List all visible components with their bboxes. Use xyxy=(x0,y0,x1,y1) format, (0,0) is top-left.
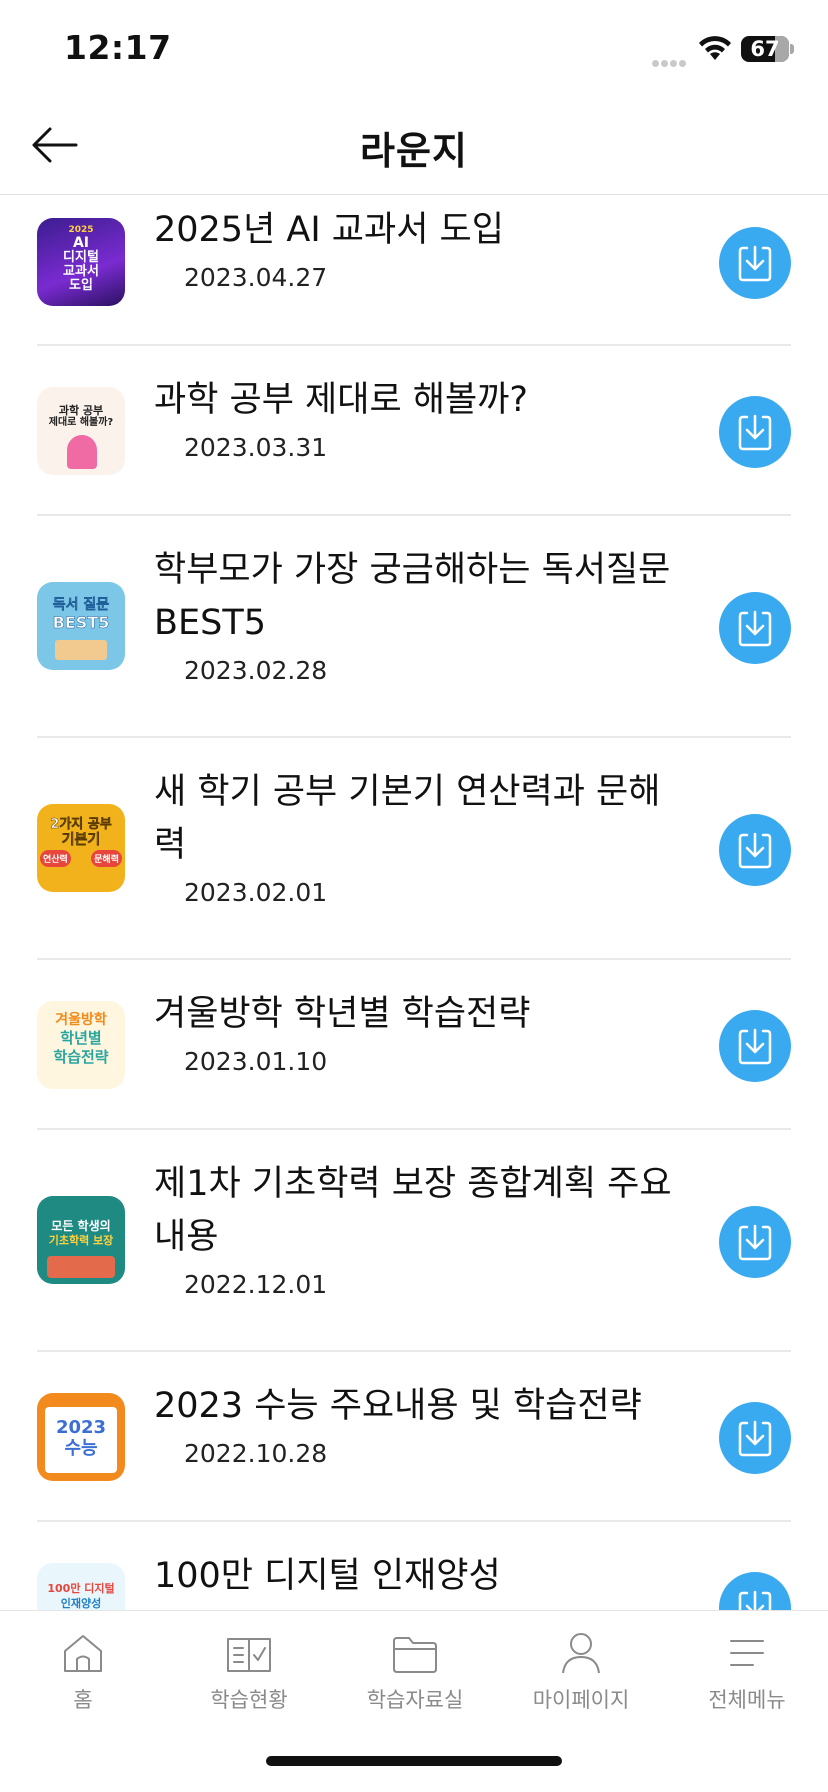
list-item[interactable]: 2가지 공부 기본기 연산력 문해력 새 학기 공부 기본기 연산력과 문해력 … xyxy=(37,738,791,960)
download-button[interactable] xyxy=(719,227,791,299)
download-icon xyxy=(738,1224,772,1261)
tab-label: 마이페이지 xyxy=(532,1688,630,1712)
item-thumbnail: 2가지 공부 기본기 연산력 문해력 xyxy=(37,804,125,892)
tab-label: 학습자료실 xyxy=(366,1688,464,1712)
item-title: 100만 디지털 인재양성 xyxy=(154,1556,501,1596)
tab-my-page[interactable]: 마이페이지 xyxy=(498,1611,664,1721)
battery-indicator: 67 xyxy=(741,36,789,62)
battery-level: 67 xyxy=(750,37,780,61)
item-thumbnail: 과학 공부 제대로 해볼까? xyxy=(37,387,125,475)
cellular-signal-icon xyxy=(652,52,692,67)
download-button[interactable] xyxy=(719,1206,791,1278)
download-button[interactable] xyxy=(719,396,791,468)
item-title: 제1차 기초학력 보장 종합계획 주요내용 xyxy=(154,1164,672,1257)
folder-icon xyxy=(393,1637,437,1673)
download-button[interactable] xyxy=(719,814,791,886)
lounge-list[interactable]: 2025 AI 디지털 교과서 도입 2025년 AI 교과서 도입 2023.… xyxy=(0,196,828,1610)
tab-study-materials[interactable]: 학습자료실 xyxy=(332,1611,498,1721)
list-item[interactable]: 100만 디지털 인재양성 100만 디지털 인재양성 xyxy=(37,1522,791,1610)
tab-home[interactable]: 홈 xyxy=(0,1611,166,1721)
download-icon xyxy=(738,414,772,451)
item-thumbnail: 100만 디지털 인재양성 xyxy=(37,1563,125,1610)
tab-label: 전체메뉴 xyxy=(708,1688,786,1712)
download-icon xyxy=(738,245,772,282)
item-thumbnail: 독서 질문 BEST5 xyxy=(37,582,125,670)
tab-study-status[interactable]: 학습현황 xyxy=(166,1611,332,1721)
home-icon xyxy=(64,1635,102,1672)
item-date: 2023.04.27 xyxy=(184,263,328,292)
status-time: 12:17 xyxy=(64,28,172,67)
item-date: 2022.10.28 xyxy=(184,1439,328,1468)
item-thumbnail: 2025 AI 디지털 교과서 도입 xyxy=(37,218,125,306)
item-date: 2023.02.28 xyxy=(184,656,328,685)
item-title: 새 학기 공부 기본기 연산력과 문해력 xyxy=(154,772,661,865)
item-thumbnail: 2023 수능 xyxy=(37,1393,125,1481)
download-button[interactable] xyxy=(719,1010,791,1082)
item-thumbnail: 모든 학생의 기초학력 보장 xyxy=(37,1196,125,1284)
list-item[interactable]: 2023 수능 2023 수능 주요내용 및 학습전략 2022.10.28 xyxy=(37,1352,791,1522)
download-icon xyxy=(738,1028,772,1065)
menu-icon xyxy=(730,1640,764,1666)
wifi-icon xyxy=(699,36,731,60)
list-item[interactable]: 2025 AI 디지털 교과서 도입 2025년 AI 교과서 도입 2023.… xyxy=(37,196,791,346)
page-title: 라운지 xyxy=(360,129,468,173)
tab-label: 홈 xyxy=(73,1688,93,1712)
list-item[interactable]: 과학 공부 제대로 해볼까? 과학 공부 제대로 해볼까? 2023.03.31 xyxy=(37,346,791,516)
item-title: 2025년 AI 교과서 도입 xyxy=(154,210,504,250)
list-item[interactable]: 모든 학생의 기초학력 보장 제1차 기초학력 보장 종합계획 주요내용 202… xyxy=(37,1130,791,1352)
person-icon xyxy=(562,1633,600,1674)
study-status-icon xyxy=(227,1638,271,1672)
download-icon xyxy=(738,1590,772,1610)
item-date: 2023.02.01 xyxy=(184,878,328,907)
item-title: 2023 수능 주요내용 및 학습전략 xyxy=(154,1386,642,1426)
tab-label: 학습현황 xyxy=(210,1688,288,1712)
item-date: 2023.03.31 xyxy=(184,433,328,462)
download-icon xyxy=(738,1420,772,1457)
item-date: 2022.12.01 xyxy=(184,1270,328,1299)
item-title: 겨울방학 학년별 학습전략 xyxy=(154,994,531,1034)
home-indicator xyxy=(266,1756,562,1766)
download-button[interactable] xyxy=(719,592,791,664)
item-title: 학부모가 가장 궁금해하는 독서질문 BEST5 xyxy=(154,550,671,643)
download-button[interactable] xyxy=(719,1402,791,1474)
nav-header: 라운지 xyxy=(0,100,828,195)
item-date: 2023.01.10 xyxy=(184,1047,328,1076)
download-icon xyxy=(738,832,772,869)
list-item[interactable]: 독서 질문 BEST5 학부모가 가장 궁금해하는 독서질문 BEST5 202… xyxy=(37,516,791,738)
download-icon xyxy=(738,610,772,647)
item-title: 과학 공부 제대로 해볼까? xyxy=(154,380,528,420)
list-item[interactable]: 겨울방학 학년별 학습전략 겨울방학 학년별 학습전략 2023.01.10 xyxy=(37,960,791,1130)
status-bar: 12:17 67 xyxy=(0,0,828,100)
tab-all-menu[interactable]: 전체메뉴 xyxy=(664,1611,828,1721)
download-button[interactable] xyxy=(719,1572,791,1610)
item-thumbnail: 겨울방학 학년별 학습전략 xyxy=(37,1001,125,1089)
battery-nub xyxy=(790,44,794,54)
